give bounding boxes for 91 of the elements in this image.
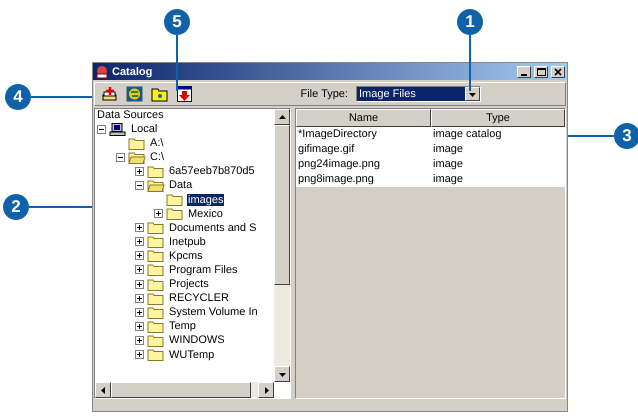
table-cell-text: image: [432, 142, 464, 157]
table-cell-text: image: [432, 157, 464, 172]
up-arrow-icon: [278, 114, 286, 120]
add-layer-icon[interactable]: [101, 86, 118, 102]
tree-item[interactable]: 6a57eeb7b870d5: [168, 165, 256, 178]
folder-icon: [147, 164, 165, 178]
maximize-button[interactable]: [534, 66, 548, 78]
minimize-button[interactable]: [517, 66, 531, 78]
callout-number: 4: [5, 84, 31, 110]
collapse-icon[interactable]: [135, 180, 144, 190]
callout-number: 3: [614, 123, 638, 149]
folder-icon: [147, 320, 165, 333]
table-cell-text: gifimage.gif: [297, 142, 356, 157]
tree-item[interactable]: Program Files: [168, 264, 238, 276]
expand-icon[interactable]: [135, 322, 144, 331]
expand-icon[interactable]: [135, 166, 144, 176]
expand-icon[interactable]: [135, 265, 144, 274]
tree-root-label: Data Sources: [97, 109, 165, 122]
tree-item[interactable]: WINDOWS: [168, 334, 226, 346]
tree-item[interactable]: C:\: [149, 151, 166, 164]
export-icon[interactable]: [176, 86, 193, 102]
collapse-icon[interactable]: [116, 152, 125, 162]
open-folder-icon: [147, 178, 165, 192]
expand-icon[interactable]: [135, 336, 144, 345]
folder-icon: [128, 136, 146, 150]
file-type-label: File Type:: [300, 88, 348, 100]
column-header[interactable]: Type: [431, 109, 565, 127]
folder-icon: [147, 292, 165, 305]
leader-line: [469, 35, 471, 91]
folder-icon: [147, 263, 165, 276]
right-arrow-icon: [262, 386, 270, 394]
tree-item[interactable]: Kpcms: [168, 250, 204, 262]
close-button[interactable]: [551, 66, 565, 78]
folder-icon: [147, 306, 165, 319]
callout-number: 5: [164, 9, 190, 35]
close-icon: [554, 68, 562, 76]
vertical-scrollbar[interactable]: [274, 109, 290, 382]
tree-item[interactable]: Projects: [168, 278, 210, 290]
folder-icon: [147, 235, 165, 248]
table-cell-text: image catalog: [432, 127, 502, 142]
tree-item[interactable]: Mexico: [187, 208, 224, 220]
leader-line: [568, 135, 614, 137]
folder-icon: [147, 334, 165, 347]
table-cell-text: *ImageDirectory: [297, 127, 378, 142]
leader-line: [176, 35, 178, 91]
left-arrow-icon: [100, 386, 106, 394]
open-folder-icon: [128, 150, 146, 164]
horizontal-scrollbar[interactable]: [95, 382, 274, 398]
tree-item[interactable]: images: [187, 194, 224, 206]
table-cell-text: png24image.png: [297, 157, 381, 172]
file-type-dropdown[interactable]: Image Files: [356, 86, 481, 102]
folder-icon: [147, 348, 165, 362]
expand-icon[interactable]: [135, 294, 144, 303]
tree-item[interactable]: Inetpub: [168, 236, 207, 248]
globe-icon[interactable]: [126, 86, 143, 102]
callout-number: 2: [3, 194, 29, 220]
computer-icon: [109, 122, 127, 136]
leader-line: [29, 206, 92, 208]
maximize-icon: [536, 68, 546, 76]
expand-icon[interactable]: [135, 350, 144, 360]
expand-icon[interactable]: [135, 308, 144, 317]
down-arrow-icon: [278, 370, 286, 378]
folder-icon: [166, 193, 184, 206]
expand-icon[interactable]: [135, 280, 144, 289]
tree-item[interactable]: WUTemp: [168, 348, 216, 361]
caret-icon: [469, 90, 476, 98]
tree-item[interactable]: Data: [168, 179, 194, 192]
tree-item[interactable]: A:\: [149, 137, 164, 150]
window-title: Catalog: [112, 66, 154, 78]
folder-icon: [147, 221, 165, 234]
table-cell-text: png8image.png: [297, 172, 375, 187]
catalog-icon: [95, 64, 109, 78]
collapse-icon[interactable]: [97, 124, 106, 134]
callout-number: 1: [457, 9, 483, 35]
folder-icon[interactable]: [151, 86, 168, 102]
tree-item[interactable]: System Volume In: [168, 306, 259, 318]
folder-icon: [147, 278, 165, 291]
folder-icon: [147, 249, 165, 262]
expand-icon[interactable]: [135, 223, 144, 232]
tree-item[interactable]: Documents and S: [168, 222, 258, 234]
expand-icon[interactable]: [135, 237, 144, 246]
table-cell-text: image: [432, 172, 464, 187]
expand-icon[interactable]: [135, 251, 144, 260]
folder-icon: [166, 207, 184, 220]
tree-item[interactable]: Local: [130, 123, 158, 136]
minimize-icon: [521, 74, 527, 76]
column-header[interactable]: Name: [296, 109, 431, 127]
tree-item[interactable]: Temp: [168, 320, 197, 332]
leader-line: [31, 96, 92, 98]
expand-icon[interactable]: [154, 209, 163, 218]
tree-item[interactable]: RECYCLER: [168, 292, 230, 304]
